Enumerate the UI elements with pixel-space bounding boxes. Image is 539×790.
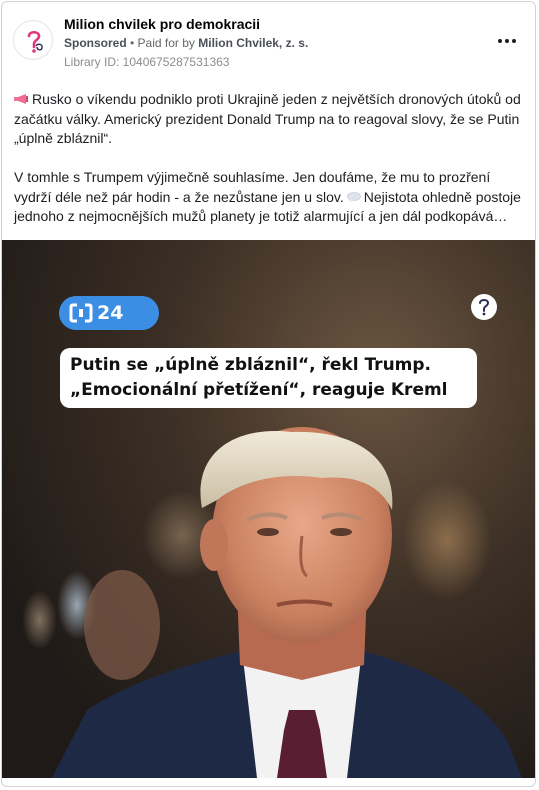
milion-chvilek-logo-icon: [27, 30, 43, 53]
library-id: Library ID: 1040675287531363: [64, 55, 230, 69]
paid-for-name[interactable]: Milion Chvilek, z. s.: [198, 36, 308, 50]
post-paragraph: V tomhle s Trumpem výjimečně souhlasíme.…: [14, 168, 526, 227]
paid-for-prefix: • Paid for by: [126, 36, 199, 50]
post-paragraph: Rusko o víkendu podniklo proti Ukrajině …: [14, 90, 526, 149]
speech-bubble-icon: [346, 191, 361, 202]
brand-watermark: [471, 294, 497, 320]
milion-chvilek-logo-icon: [479, 299, 490, 316]
page-avatar[interactable]: [13, 20, 53, 60]
megaphone-icon: [14, 94, 28, 104]
page-name[interactable]: Milion chvilek pro demokracii: [64, 16, 260, 32]
broadcaster-label: 24: [97, 302, 124, 324]
post-body: Rusko o víkendu podniklo proti Ukrajině …: [14, 90, 526, 246]
ad-card: Milion chvilek pro demokracii Sponsored …: [1, 1, 536, 787]
headline-line-2: „Emocionální přetížení“, reaguje Kreml: [70, 380, 448, 400]
headline-box: Putin se „úplně zbláznil“, řekl Trump. „…: [60, 348, 477, 408]
paragraph-1-text: Rusko o víkendu podniklo proti Ukrajině …: [14, 91, 521, 146]
post-header: Milion chvilek pro demokracii Sponsored …: [2, 2, 535, 78]
headline-line-1: Putin se „úplně zbláznil“, řekl Trump.: [70, 355, 432, 375]
sponsored-line: Sponsored • Paid for by Milion Chvilek, …: [64, 36, 308, 50]
ad-image[interactable]: 24 Putin se „úplně zbláznil“, řekl Trump…: [2, 240, 535, 778]
broadcaster-logo: 24: [59, 296, 159, 330]
sponsored-label: Sponsored: [64, 36, 127, 50]
ct-logo-icon: [69, 303, 93, 323]
more-options-icon[interactable]: [495, 32, 519, 50]
